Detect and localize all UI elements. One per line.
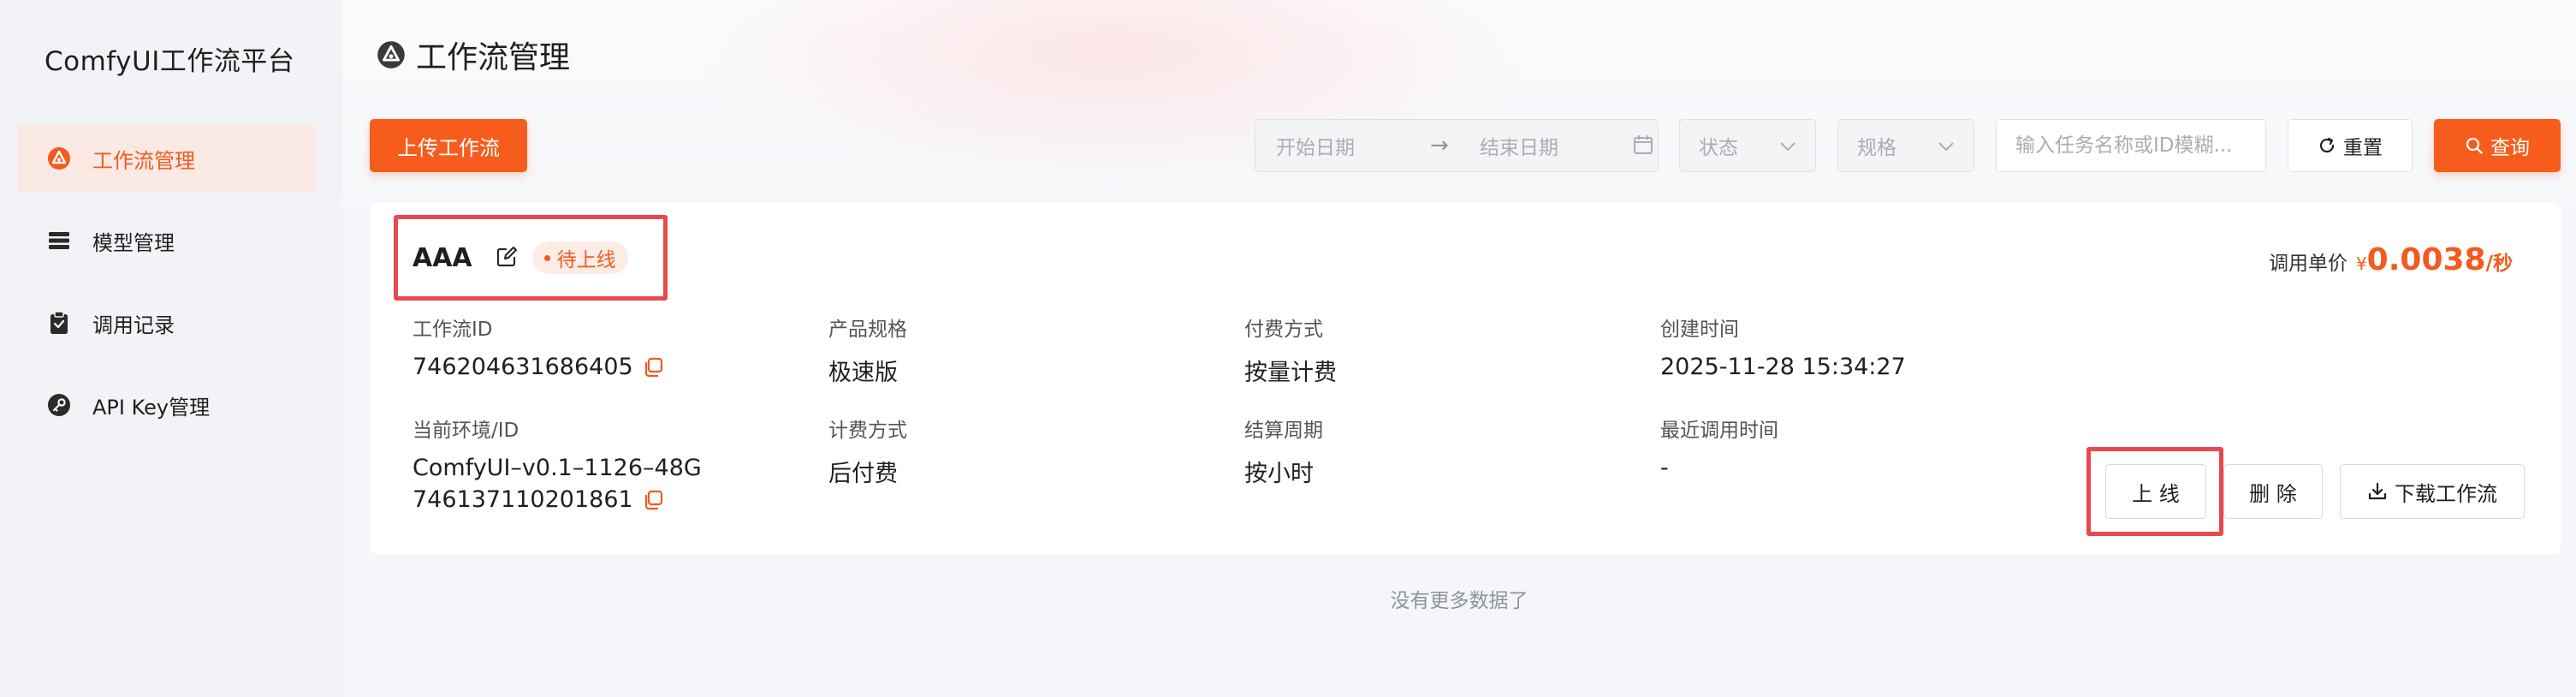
field-product-spec: 产品规格 极速版	[828, 313, 907, 387]
field-last-call-time: 最近调用时间 -	[1660, 414, 1778, 481]
field-label: 当前环境/ID	[413, 420, 519, 442]
copy-icon[interactable]	[642, 356, 664, 378]
status-dot-icon	[543, 254, 550, 261]
query-button[interactable]: 查询	[2434, 119, 2561, 172]
field-value: -	[1660, 455, 1669, 481]
sidebar-item-label: API Key管理	[92, 395, 211, 420]
sidebar-item-label: 调用记录	[92, 313, 175, 337]
status-badge: 待上线	[531, 241, 628, 274]
field-label: 创建时间	[1660, 319, 1739, 341]
end-date-field[interactable]: 结束日期	[1480, 131, 1625, 160]
workflow-name: AAA	[413, 242, 472, 273]
status-select-placeholder: 状态	[1699, 137, 1738, 159]
chevron-down-icon	[1779, 134, 1796, 157]
calendar-icon	[1632, 134, 1656, 158]
range-arrow-icon: →	[1430, 133, 1449, 158]
field-current-env: 当前环境/ID ComfyUI–v0.1–1126–48G 7461371102…	[413, 414, 702, 513]
sidebar: ComfyUI工作流平台 工作流管理 模型管理 调用记录 API Key管理	[0, 0, 342, 697]
env-id-value: 746137110201861	[413, 486, 633, 513]
refresh-icon	[2318, 136, 2336, 155]
field-value: 746204631686405	[413, 354, 664, 380]
field-value: 2025-11-28 15:34:27	[1660, 354, 1906, 380]
main-content: 工作流管理 上传工作流 开始日期 → 结束日期 状态 规格 输入任务名称或ID模…	[342, 0, 2576, 697]
field-created-time: 创建时间 2025-11-28 15:34:27	[1660, 313, 1906, 380]
layers-icon	[46, 228, 72, 253]
app-title: ComfyUI工作流平台	[45, 46, 295, 77]
field-payment-method: 付费方式 按量计费	[1244, 313, 1337, 387]
search-icon	[2465, 136, 2484, 155]
field-workflow-id: 工作流ID 746204631686405	[413, 313, 664, 380]
status-select[interactable]: 状态	[1679, 119, 1816, 172]
unit-price-currency: ¥	[2355, 253, 2367, 274]
sidebar-item-workflow-management[interactable]: 工作流管理	[17, 124, 317, 193]
field-value: 按量计费	[1244, 360, 1337, 386]
download-icon	[2367, 481, 2388, 502]
key-icon	[46, 392, 72, 418]
date-range-picker[interactable]: 开始日期 → 结束日期	[1255, 119, 1659, 172]
query-button-label: 查询	[2490, 137, 2530, 159]
field-label: 工作流ID	[413, 319, 493, 341]
workflow-icon	[377, 40, 406, 69]
download-workflow-button[interactable]: 下载工作流	[2340, 464, 2525, 519]
reset-button-label: 重置	[2343, 137, 2383, 159]
field-value: ComfyUI–v0.1–1126–48G	[413, 455, 702, 481]
field-value: 后付费	[828, 461, 898, 487]
field-settlement-cycle: 结算周期 按小时	[1244, 414, 1323, 488]
field-value: 极速版	[828, 360, 898, 386]
spec-select[interactable]: 规格	[1837, 119, 1974, 172]
start-date-field[interactable]: 开始日期	[1276, 131, 1430, 160]
field-billing-method: 计费方式 后付费	[828, 414, 907, 488]
reset-button[interactable]: 重置	[2288, 119, 2413, 172]
spec-select-placeholder: 规格	[1857, 137, 1896, 159]
header-background	[342, 0, 2576, 206]
clipboard-icon	[46, 310, 72, 336]
chevron-down-icon	[1938, 134, 1955, 157]
no-more-data-text: 没有更多数据了	[1390, 590, 1528, 612]
unit-price: 调用单价 ¥ 0.0038 /秒	[2269, 242, 2513, 277]
sidebar-item-label: 工作流管理	[92, 148, 195, 173]
workflow-id-value: 746204631686405	[413, 354, 633, 380]
page-title-text: 工作流管理	[416, 40, 571, 75]
delete-button[interactable]: 删 除	[2223, 464, 2323, 519]
online-button[interactable]: 上 线	[2105, 464, 2206, 519]
field-label: 付费方式	[1244, 319, 1323, 341]
page-title: 工作流管理	[377, 33, 570, 77]
search-input[interactable]	[1996, 119, 2266, 172]
sidebar-item-model-management[interactable]: 模型管理	[17, 206, 317, 275]
field-value: 按小时	[1244, 461, 1314, 487]
field-label: 产品规格	[828, 319, 907, 341]
field-label: 计费方式	[828, 420, 907, 442]
download-button-label: 下载工作流	[2395, 481, 2497, 506]
field-value: 746137110201861	[413, 486, 702, 513]
unit-price-label: 调用单价	[2268, 253, 2347, 275]
copy-icon[interactable]	[642, 489, 664, 511]
field-label: 最近调用时间	[1660, 420, 1778, 442]
edit-icon[interactable]	[495, 245, 520, 271]
status-badge-label: 待上线	[556, 249, 616, 271]
sidebar-item-label: 模型管理	[92, 230, 175, 255]
sidebar-item-api-key-management[interactable]: API Key管理	[17, 371, 317, 439]
workflow-icon	[46, 146, 72, 171]
workflow-card-header: AAA 待上线	[413, 241, 628, 274]
upload-workflow-button[interactable]: 上传工作流	[370, 119, 527, 172]
unit-price-value: 0.0038	[2366, 242, 2486, 277]
workflow-card: AAA 待上线 调用单价 ¥ 0.0038 /秒 工作流ID 746204631…	[370, 203, 2561, 554]
field-label: 结算周期	[1244, 420, 1323, 442]
sidebar-item-call-records[interactable]: 调用记录	[17, 289, 317, 357]
unit-price-unit: /秒	[2485, 253, 2513, 275]
